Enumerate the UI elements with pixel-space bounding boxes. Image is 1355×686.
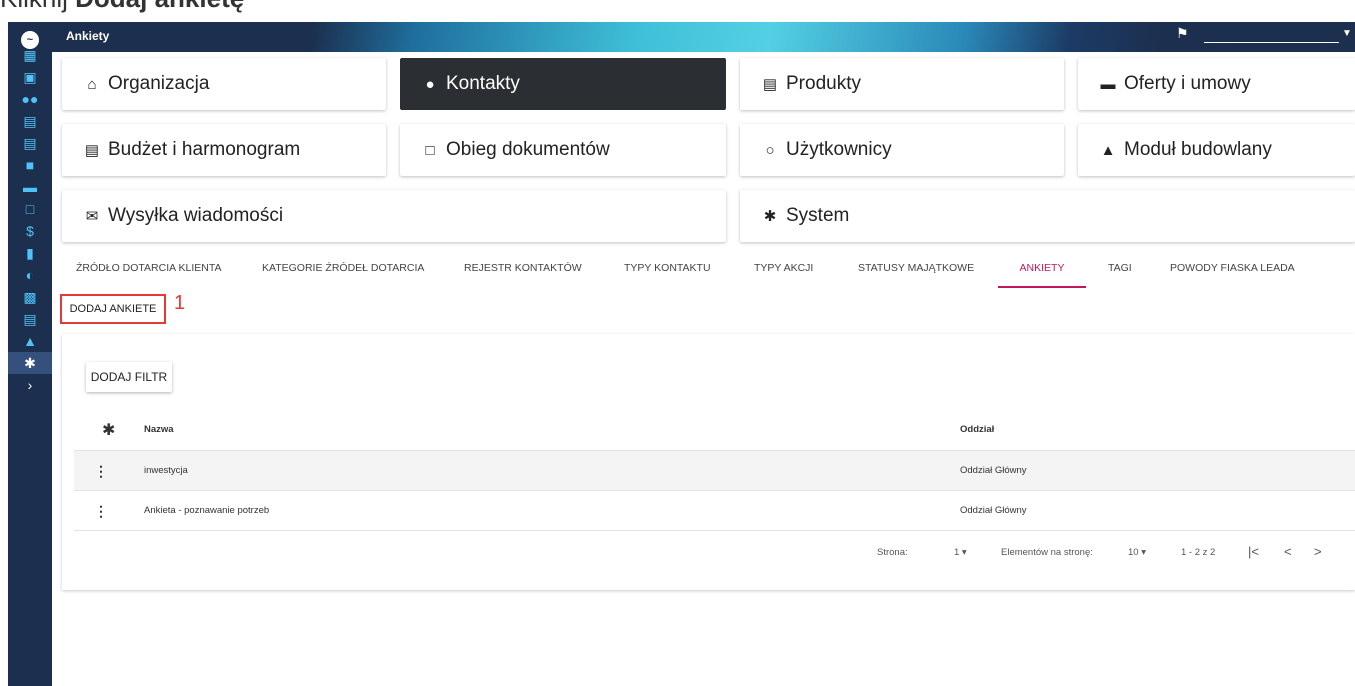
row-menu-icon[interactable]: ⋮	[94, 463, 108, 480]
per-page-select[interactable]: 10 ▾	[1128, 547, 1146, 558]
person-icon: ●	[425, 75, 435, 93]
inbox-icon: □	[425, 141, 435, 159]
previous-page-icon[interactable]: <	[1284, 544, 1292, 559]
store-icon: ▤	[762, 76, 778, 93]
module-system[interactable]: ✱ System	[740, 190, 1355, 242]
home-icon: ⌂	[87, 75, 97, 93]
add-filter-button[interactable]: DODAJ FILTR	[86, 362, 172, 392]
folder-icon[interactable]: ▬	[8, 176, 52, 198]
store-icon[interactable]: ▤	[8, 132, 52, 154]
tab-powody-fiaska-leada[interactable]: POWODY FIASKA LEADA	[1170, 258, 1295, 288]
tab-typy-kontaktu[interactable]: TYPY KONTAKTU	[624, 258, 711, 288]
chevron-down-icon[interactable]: ▼	[1342, 28, 1352, 39]
folder-icon: ▬	[1100, 75, 1116, 93]
user-select[interactable]	[1204, 42, 1339, 43]
tab-tagi[interactable]: TAGI	[1108, 258, 1132, 288]
gear-icon: ✱	[763, 208, 777, 225]
dashboard-icon[interactable]: ▦	[8, 44, 52, 66]
user-outline-icon: ○	[765, 141, 775, 159]
bell-icon[interactable]: ⚑	[1176, 25, 1189, 42]
tab-kategorie-zrodel-dotarcia[interactable]: KATEGORIE ŹRÓDEŁ DOTARCIA	[262, 258, 424, 288]
row-menu-icon[interactable]: ⋮	[94, 503, 108, 520]
next-page-icon[interactable]: >	[1314, 544, 1322, 559]
building-icon[interactable]: ▤	[8, 110, 52, 132]
dollar-icon[interactable]: $	[8, 220, 52, 242]
page-title: Ankiety	[66, 29, 110, 43]
tab-ankiety[interactable]: ANKIETY	[998, 258, 1086, 288]
per-page-label: Elementów na stronę:	[1001, 547, 1093, 558]
calendar-icon[interactable]: ▣	[8, 66, 52, 88]
module-budzet-i-harmonogram[interactable]: ▤ Budżet i harmonogram	[62, 124, 386, 176]
table-row[interactable]: ⋮ Ankieta - poznawanie potrzeb Oddział G…	[74, 490, 1355, 530]
page-select[interactable]: 1 ▾	[954, 547, 967, 558]
module-kontakty[interactable]: ● Kontakty	[400, 58, 726, 110]
column-branch-header[interactable]: Oddział	[960, 424, 994, 435]
mail-icon: ✉	[85, 208, 99, 225]
page-label: Strona:	[877, 547, 908, 558]
pie-chart-icon[interactable]: ◐	[8, 264, 52, 286]
top-bar: Ankiety ⚑ ▼	[52, 22, 1355, 52]
module-wysylka-wiadomosci[interactable]: ✉ Wysyłka wiadomości	[62, 190, 726, 242]
column-name-header[interactable]: Nazwa	[144, 424, 174, 435]
tab-typy-akcji[interactable]: TYPY AKCJI	[754, 258, 813, 288]
table-header: ✱ Nazwa Oddział	[74, 408, 1355, 450]
people-icon[interactable]: ●●	[8, 88, 52, 110]
row-name: inwestycja	[144, 465, 188, 476]
table-row[interactable]: ⋮ inwestycja Oddział Główny	[74, 450, 1355, 490]
tab-statusy-majatkowe[interactable]: STATUSY MAJĄTKOWE	[858, 258, 974, 288]
row-branch: Oddział Główny	[960, 465, 1027, 476]
step-marker: 1	[174, 292, 186, 314]
instruction-caption: Kliknij Dodaj ankietę	[0, 0, 244, 11]
module-produkty[interactable]: ▤ Produkty	[740, 58, 1064, 110]
warning-icon[interactable]: ▲	[8, 330, 52, 352]
document-icon[interactable]: ▮	[8, 242, 52, 264]
card-icon[interactable]: ▤	[8, 308, 52, 330]
briefcase-icon[interactable]: ■	[8, 154, 52, 176]
bar-chart-icon[interactable]: ▩	[8, 286, 52, 308]
row-branch: Oddział Główny	[960, 505, 1027, 516]
warning-icon: ▲	[1100, 141, 1116, 159]
building-icon: ▤	[84, 142, 100, 159]
chevron-right-icon[interactable]: ›	[8, 374, 52, 396]
tab-rejestr-kontaktow[interactable]: REJESTR KONTAKTÓW	[464, 258, 582, 288]
tab-zrodlo-dotarcia-klienta[interactable]: ŹRÓDŁO DOTARCIA KLIENTA	[76, 258, 221, 288]
first-page-icon[interactable]: |<	[1248, 544, 1259, 559]
surveys-card: DODAJ FILTR ✱ Nazwa Oddział ⋮ inwestycja…	[62, 334, 1355, 590]
inbox-icon[interactable]: □	[8, 198, 52, 220]
module-obieg-dokumentow[interactable]: □ Obieg dokumentów	[400, 124, 726, 176]
add-survey-button[interactable]: DODAJ ANKIETE	[60, 294, 166, 324]
module-organizacja[interactable]: ⌂ Organizacja	[62, 58, 386, 110]
module-uzytkownicy[interactable]: ○ Użytkownicy	[740, 124, 1064, 176]
module-modul-budowlany[interactable]: ▲ Moduł budowlany	[1078, 124, 1355, 176]
pagination: Strona: 1 ▾ Elementów na stronę: 10 ▾ 1 …	[74, 530, 1355, 560]
module-oferty-i-umowy[interactable]: ▬ Oferty i umowy	[1078, 58, 1355, 110]
gear-icon[interactable]: ✱	[8, 352, 52, 374]
row-name: Ankieta - poznawanie potrzeb	[144, 505, 270, 516]
range-label: 1 - 2 z 2	[1181, 547, 1216, 558]
sidebar: ~ ▦ ▣ ●● ▤ ▤ ■ ▬ □ $ ▮ ◐ ▩ ▤ ▲ ✱ ›	[8, 22, 52, 686]
column-settings-icon[interactable]: ✱	[102, 420, 115, 440]
